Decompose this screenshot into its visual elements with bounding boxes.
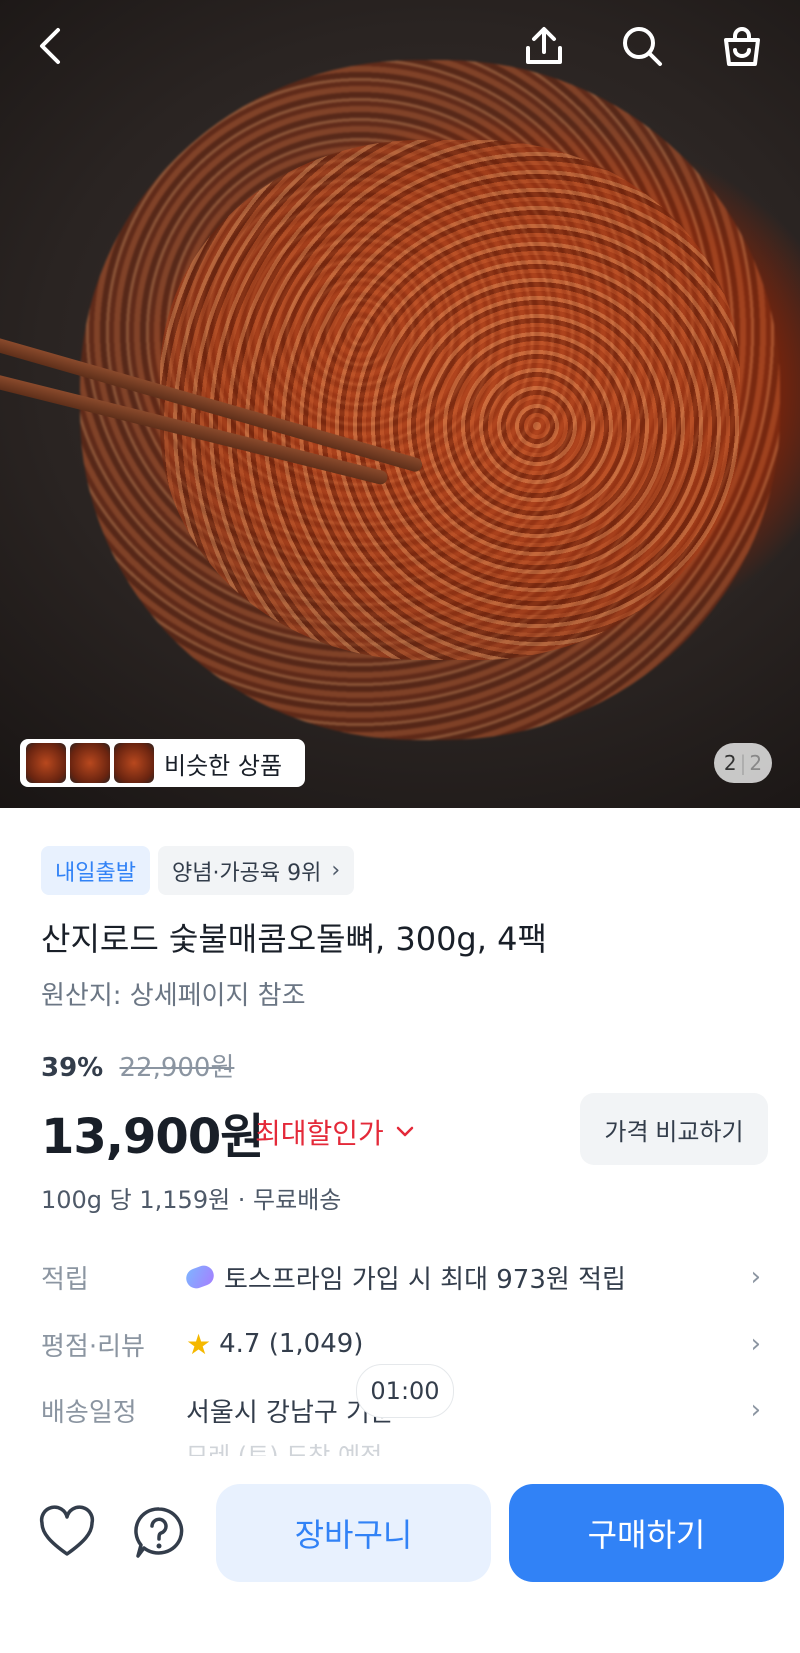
timer-badge: 01:00 <box>356 1364 454 1418</box>
add-to-cart-button[interactable]: 장바구니 <box>216 1484 491 1582</box>
similar-thumb <box>70 743 110 783</box>
pager-total: 2 <box>749 751 763 775</box>
product-tags: 내일출발 양념·가공육 9위 › <box>41 846 355 895</box>
similar-thumb <box>114 743 154 783</box>
back-button[interactable] <box>24 18 80 74</box>
info-row-label: 평점·리뷰 <box>41 1331 145 1362</box>
info-row-points[interactable]: 적립 토스프라임 가입 시 최대 973원 적립 › <box>41 1249 761 1305</box>
back-icon <box>40 28 60 64</box>
search-icon <box>623 27 662 66</box>
max-discount-label: 최대할인가 <box>255 1117 384 1150</box>
pager-current: 2 <box>723 751 737 775</box>
original-price: 22,900원 <box>119 1053 235 1083</box>
question-icon[interactable] <box>130 1504 188 1562</box>
discount-rate: 39% <box>41 1053 104 1083</box>
similar-products-button[interactable]: 비슷한 상품 <box>20 739 305 787</box>
discount-info: 39% 22,900원 <box>41 1047 234 1084</box>
sale-price: 13,900원 <box>41 1109 264 1165</box>
buy-now-button[interactable]: 구매하기 <box>509 1484 784 1582</box>
share-icon <box>526 27 562 64</box>
product-title: 산지로드 숯불매콤오돌뼈, 300g, 4팩 <box>41 920 547 958</box>
max-discount-toggle[interactable]: 최대할인가 <box>255 1112 414 1152</box>
cart-icon <box>724 27 760 66</box>
chevron-right-icon: › <box>750 1329 761 1359</box>
unit-price-shipping: 100g 당 1,159원 · 무료배송 <box>41 1186 342 1214</box>
product-origin: 원산지: 상세페이지 참조 <box>41 981 306 1011</box>
product-image[interactable]: 비슷한 상품 2 | 2 <box>0 0 800 808</box>
pager-separator: | <box>739 751 747 775</box>
info-row-label: 배송일정 <box>41 1397 137 1428</box>
similar-thumb <box>26 743 66 783</box>
cart-button[interactable] <box>714 18 770 74</box>
chevron-right-icon: › <box>750 1262 761 1292</box>
chevron-right-icon: › <box>750 1395 761 1425</box>
toss-prime-icon <box>183 1262 217 1292</box>
heart-icon[interactable] <box>38 1504 96 1562</box>
similar-products-label: 비슷한 상품 <box>164 751 283 780</box>
chevron-down-icon <box>396 1126 414 1137</box>
info-row-label: 적립 <box>41 1264 89 1295</box>
star-icon: ★ <box>186 1327 212 1361</box>
share-button[interactable] <box>516 18 572 74</box>
chevron-right-icon: › <box>331 858 341 883</box>
top-navigation <box>0 0 800 96</box>
delivery-tag: 내일출발 <box>41 846 150 895</box>
compare-price-button[interactable]: 가격 비교하기 <box>580 1093 768 1165</box>
info-row-value: 토스프라임 가입 시 최대 973원 적립 <box>224 1264 626 1295</box>
info-row-value: 4.7 (1,049) <box>219 1329 364 1359</box>
ranking-tag-label: 양념·가공육 9위 <box>171 860 322 886</box>
search-button[interactable] <box>614 18 670 74</box>
image-pager: 2 | 2 <box>714 743 772 783</box>
food-texture-highlight <box>160 140 740 660</box>
ranking-tag[interactable]: 양념·가공육 9위 › <box>157 846 355 895</box>
